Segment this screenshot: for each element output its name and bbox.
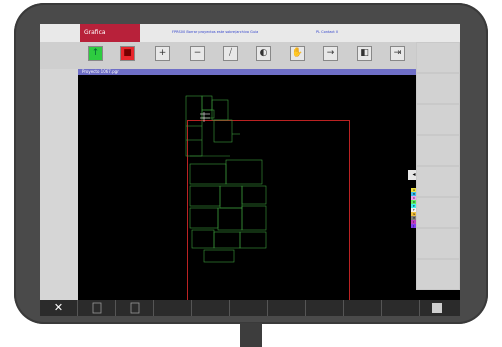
- plan-room: [189, 163, 227, 185]
- right-grid-cell: [416, 228, 460, 259]
- plan-room: [189, 207, 219, 229]
- grid-menu-icon[interactable]: [432, 303, 442, 313]
- close-button[interactable]: ✕: [40, 300, 78, 316]
- bottom-button-3[interactable]: [116, 300, 154, 316]
- fill-tool-button[interactable]: ◐: [256, 46, 271, 61]
- header-text-2: PL Contact II: [316, 30, 338, 34]
- plan-room: [189, 185, 221, 207]
- floor-plan: [185, 95, 267, 263]
- left-strip: [40, 69, 78, 300]
- bottom-button-10[interactable]: [382, 300, 420, 316]
- plan-room: [217, 207, 243, 231]
- plan-room: [201, 95, 213, 111]
- line-tool-button[interactable]: ⧸: [223, 46, 238, 61]
- plan-room: [239, 231, 267, 249]
- document-icon: [130, 302, 139, 314]
- tablet-stand: [240, 323, 262, 347]
- bottom-button-7[interactable]: [268, 300, 306, 316]
- plan-room: [219, 185, 243, 209]
- bottom-button-8[interactable]: [306, 300, 344, 316]
- plan-room: [225, 159, 263, 185]
- canvas-title: Proyecto 1067.pgr: [78, 69, 416, 75]
- app-title: Grafica: [80, 24, 140, 42]
- zoom-in-button[interactable]: +: [155, 46, 170, 61]
- up-arrow-button[interactable]: ↑: [88, 46, 103, 61]
- plan-room: [211, 99, 229, 121]
- layer-button[interactable]: ◧: [357, 46, 372, 61]
- plan-room: [241, 205, 267, 231]
- bottom-button-2[interactable]: [78, 300, 116, 316]
- header-text-1: FPRS00 Borrar proyectos este sobre/archi…: [172, 30, 259, 34]
- right-grid-cell: [416, 42, 460, 73]
- stop-button[interactable]: ■: [120, 46, 135, 61]
- toolbar: ↑ ■ + − ⧸ ◐ ✋ → ◧ ⇥: [40, 42, 416, 69]
- plan-room: [191, 229, 215, 249]
- right-grid-cell: [416, 135, 460, 166]
- document-icon: [92, 302, 101, 314]
- right-grid-cell: [416, 166, 460, 197]
- right-grid-cell: [416, 259, 460, 290]
- bottom-button-4[interactable]: [154, 300, 192, 316]
- arrow-right-button[interactable]: →: [323, 46, 338, 61]
- plan-room: [203, 249, 235, 263]
- plan-room: [213, 119, 233, 143]
- zoom-out-button[interactable]: −: [190, 46, 205, 61]
- export-button[interactable]: ⇥: [390, 46, 405, 61]
- plan-room: [241, 185, 267, 205]
- right-grid-cell: [416, 197, 460, 228]
- bottom-button-6[interactable]: [230, 300, 268, 316]
- right-grid-cell: [416, 104, 460, 135]
- bottom-button-9[interactable]: [344, 300, 382, 316]
- plan-room: [213, 231, 241, 249]
- bottom-button-5[interactable]: [192, 300, 230, 316]
- right-grid-cell: [416, 73, 460, 104]
- tablet-screen: Grafica FPRS00 Borrar proyectos este sob…: [40, 24, 460, 316]
- bottom-bar: ✕: [40, 300, 460, 316]
- pan-tool-button[interactable]: ✋: [290, 46, 305, 61]
